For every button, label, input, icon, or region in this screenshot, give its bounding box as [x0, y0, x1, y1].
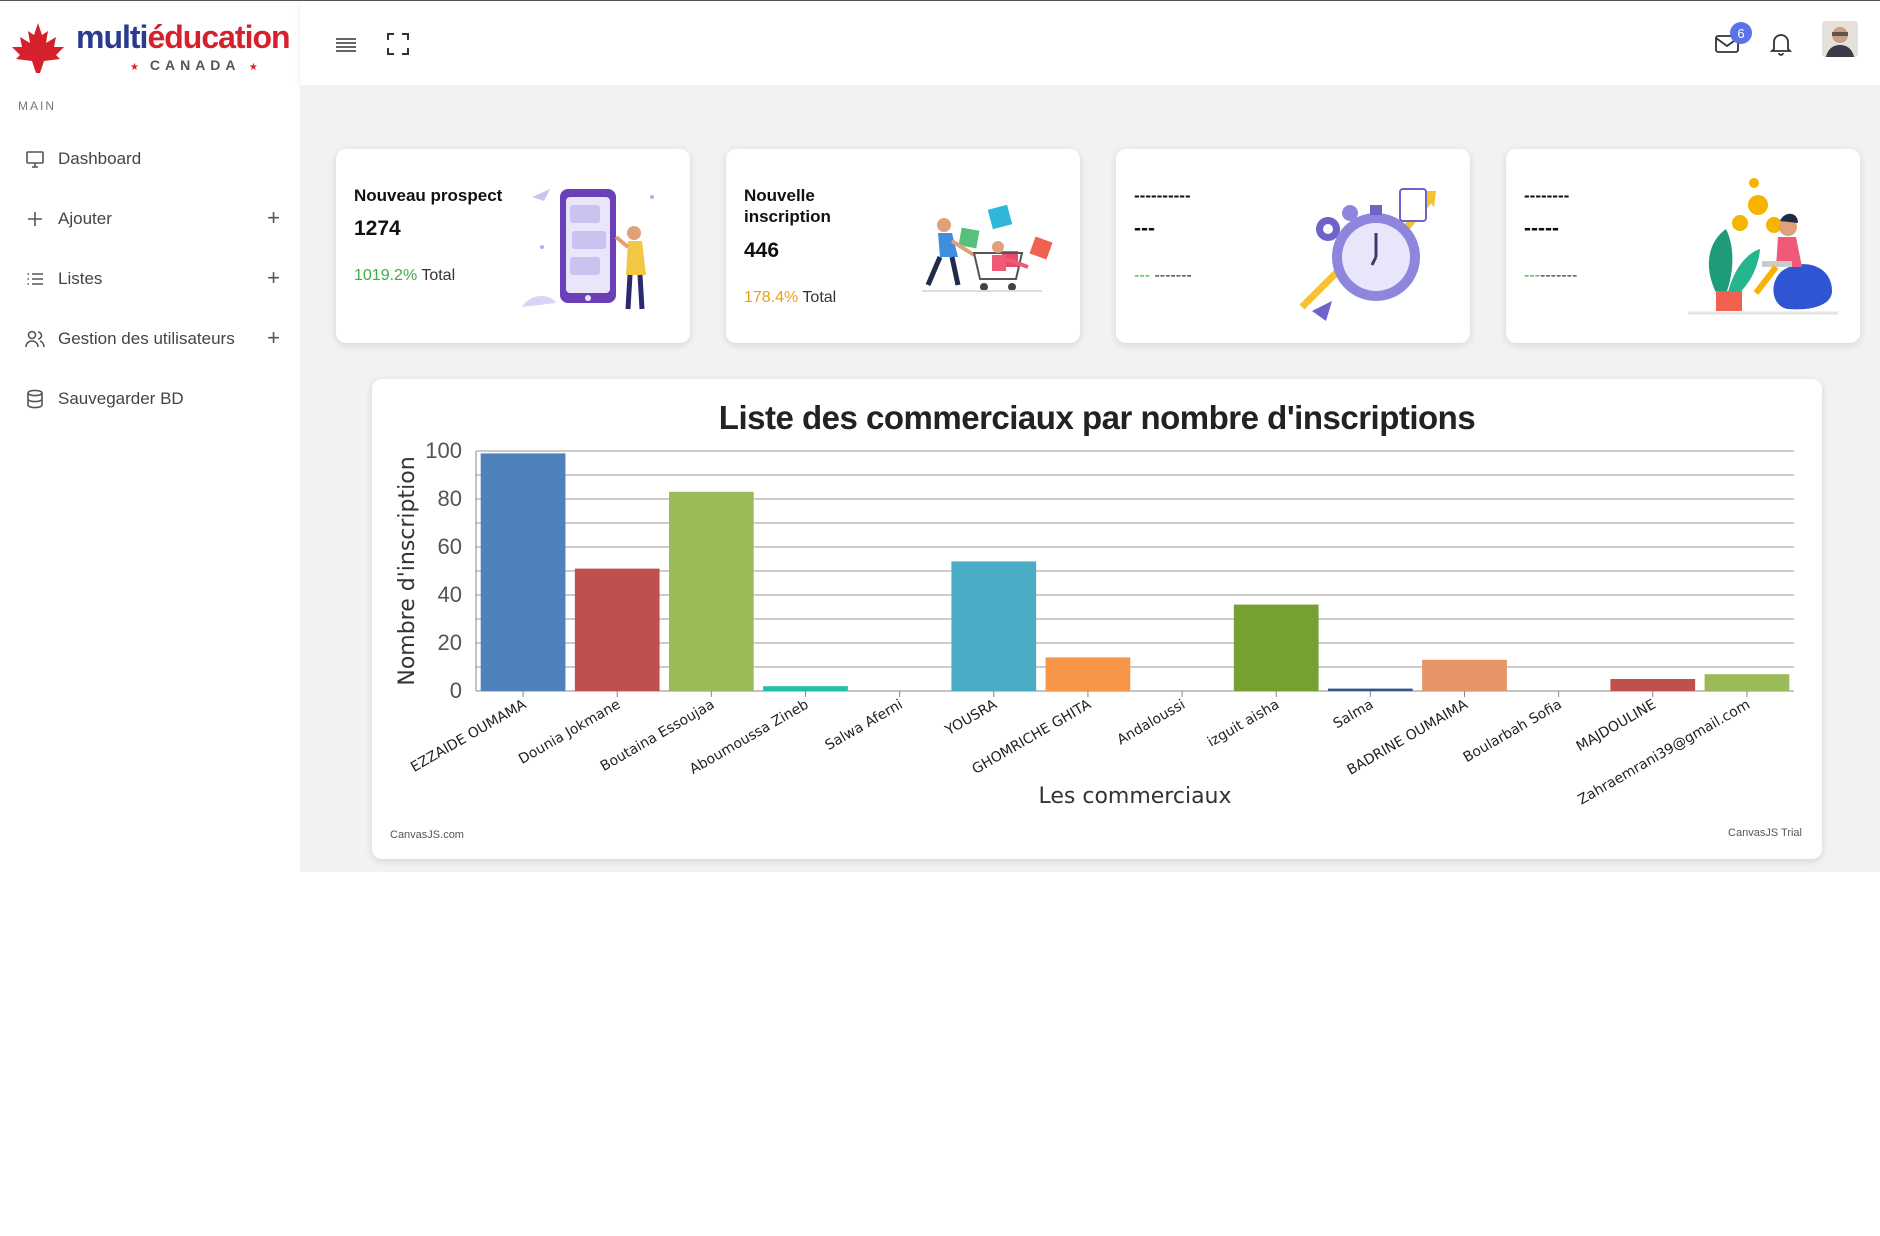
x-tick-label: EZZAIDE OUMAMA: [408, 696, 529, 775]
expand-icon[interactable]: +: [267, 207, 280, 229]
card-value: ---: [1134, 217, 1155, 240]
canvasjs-credit-link[interactable]: CanvasJS.com: [390, 829, 464, 841]
card-footer: ----------: [1524, 267, 1577, 285]
chart-bar: [1704, 674, 1790, 691]
main-content: Nouveau prospect 1274 1019.2% Total Nouv…: [300, 86, 1880, 872]
sidebar: multiéducation ★ CANADA ★ MAIN Dashboard…: [0, 1, 300, 871]
sidebar-section-label: MAIN: [18, 99, 56, 113]
y-tick-label: 100: [425, 438, 462, 463]
x-tick-label: Andaloussi: [1114, 697, 1188, 749]
card-title: Nouveau prospect: [354, 186, 503, 205]
stat-card-placeholder-1[interactable]: ---------- --- --- -------: [1116, 149, 1470, 343]
x-tick-label: Salma: [1331, 697, 1377, 733]
expand-icon[interactable]: +: [267, 267, 280, 289]
sidebar-item-dashboard[interactable]: Dashboard: [0, 129, 300, 189]
brand-name-part1: multi: [76, 19, 148, 55]
brand-subtitle: ★ CANADA ★: [130, 57, 260, 73]
chart-bar: [951, 561, 1037, 691]
y-tick-label: 20: [438, 630, 462, 655]
card-percent: ---: [1134, 267, 1150, 284]
sidebar-item-label: Sauvegarder BD: [58, 389, 184, 408]
y-tick-label: 60: [438, 534, 462, 559]
card-value: 446: [744, 239, 780, 262]
x-tick-label: YOUSRA: [942, 696, 1000, 739]
hamburger-icon[interactable]: [333, 31, 359, 57]
user-avatar[interactable]: [1822, 21, 1858, 57]
star-icon: ★: [130, 62, 141, 73]
y-axis-title: Nombre d'inscription: [395, 456, 420, 685]
sidebar-item-label: Dashboard: [58, 149, 142, 168]
x-tick-label: MAJDOULINE: [1574, 697, 1659, 755]
maple-leaf-icon: [12, 23, 64, 73]
x-axis-title: Les commerciaux: [1038, 784, 1231, 809]
card-suffix: Total: [802, 289, 837, 306]
brand-name-part2: éducation: [147, 19, 290, 55]
card-title: ----------: [1134, 186, 1191, 205]
card-percent: 1019.2%: [354, 267, 418, 284]
expand-icon[interactable]: +: [267, 327, 280, 349]
sidebar-item-label: Ajouter: [58, 209, 112, 228]
sidebar-item-listes[interactable]: Listes +: [0, 249, 300, 309]
sidebar-item-label: Listes: [58, 269, 103, 288]
y-tick-label: 40: [438, 582, 462, 607]
card-suffix: -------: [1539, 267, 1578, 284]
chart-bar: [480, 453, 566, 691]
card-value: -----: [1524, 217, 1559, 240]
x-tick-label: Salwa Aferni: [823, 697, 906, 754]
stopwatch-growth-illustration: [1299, 188, 1436, 321]
users-icon: [24, 328, 46, 350]
stat-card-inscription[interactable]: Nouvelle inscription 446 178.4% Total: [726, 149, 1080, 343]
canvasjs-trial-label: CanvasJS Trial: [1728, 827, 1802, 839]
chart-bar: [1327, 688, 1413, 691]
sidebar-item-ajouter[interactable]: Ajouter +: [0, 189, 300, 249]
card-percent: 178.4%: [744, 289, 799, 306]
stat-card-placeholder-2[interactable]: -------- ----- ----------: [1506, 149, 1860, 343]
shopping-cart-illustration: [922, 204, 1053, 292]
sidebar-nav: Dashboard Ajouter + Listes + Gestion des…: [0, 129, 300, 429]
card-title: --------: [1524, 186, 1570, 205]
plus-icon: [24, 208, 46, 230]
card-suffix: -------: [1154, 267, 1192, 284]
sidebar-item-gestion-utilisateurs[interactable]: Gestion des utilisateurs +: [0, 309, 300, 369]
bell-icon[interactable]: [1768, 31, 1794, 57]
x-tick-label: izguit aisha: [1205, 697, 1282, 751]
mail-count-badge: 6: [1730, 22, 1752, 44]
chart-bar: [1233, 604, 1319, 691]
chart-bar: [1610, 679, 1696, 691]
monitor-icon: [24, 148, 46, 170]
x-tick-label: Zahraemrani39@gmail.com: [1575, 697, 1753, 809]
sidebar-item-sauvegarder-bd[interactable]: Sauvegarder BD: [0, 369, 300, 429]
y-tick-label: 0: [450, 678, 462, 703]
card-footer: 178.4% Total: [744, 289, 836, 307]
brand-subtitle-text: CANADA: [149, 57, 241, 73]
chart-bar: [1422, 659, 1507, 691]
brand-name: multiéducation: [76, 19, 291, 56]
card-percent: ---: [1524, 267, 1540, 284]
chart-bar: [574, 568, 660, 691]
chart-bar: [763, 686, 848, 691]
card-value: 1274: [354, 217, 401, 240]
chart-bar: [668, 491, 754, 691]
money-plant-illustration: [1688, 178, 1838, 315]
fullscreen-icon[interactable]: [385, 31, 411, 57]
brand-logo[interactable]: multiéducation ★ CANADA ★: [10, 19, 300, 79]
chart-card: Liste des commerciaux par nombre d'inscr…: [372, 379, 1822, 859]
bar-chart: 0 20 40 60 80 100Nombre d'inscription EZZAIDE …: [395, 438, 1794, 809]
phone-chat-illustration: [522, 189, 654, 310]
y-tick-label: 80: [438, 486, 462, 511]
stat-card-prospect[interactable]: Nouveau prospect 1274 1019.2% Total: [336, 149, 690, 343]
database-icon: [24, 388, 46, 410]
chart-bar: [1045, 657, 1131, 691]
top-header: 6: [300, 1, 1880, 85]
card-suffix: Total: [421, 267, 456, 284]
list-icon: [24, 268, 46, 290]
star-icon: ★: [248, 62, 260, 73]
card-title: Nouvelle inscription: [744, 186, 831, 226]
card-footer: 1019.2% Total: [354, 267, 455, 285]
x-tick-label: Boularbah Sofia: [1461, 697, 1565, 766]
sidebar-item-label: Gestion des utilisateurs: [58, 329, 235, 348]
card-footer: --- -------: [1134, 267, 1192, 285]
